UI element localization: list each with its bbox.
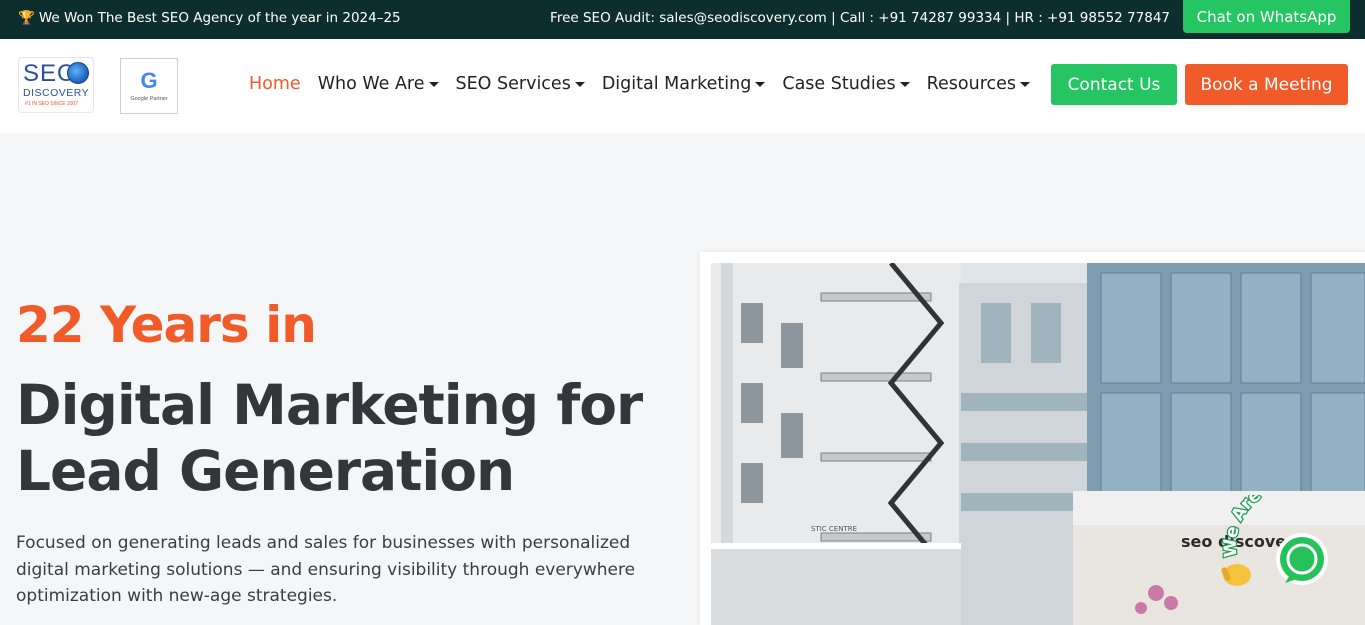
- logo-tagline: #1 IN SEO SINCE 2007: [25, 101, 79, 107]
- site-header: SEO DISCOVERY #1 IN SEO SINCE 2007 G Goo…: [0, 39, 1365, 133]
- google-partner-label: Google Partner: [130, 96, 168, 102]
- book-meeting-button[interactable]: Book a Meeting: [1185, 64, 1348, 105]
- award-banner: 🏆 We Won The Best SEO Agency of the year …: [18, 10, 401, 26]
- hero-pre-title: 22 Years in: [16, 296, 317, 354]
- chevron-down-icon: [1020, 81, 1031, 87]
- award-text: We Won The Best SEO Agency of the year i…: [38, 10, 401, 26]
- hero-title: Digital Marketing for Lead Generation: [16, 373, 643, 503]
- nav-resources[interactable]: Resources: [927, 74, 1031, 94]
- nav-digital-marketing[interactable]: Digital Marketing: [602, 74, 766, 94]
- nav-seo-services[interactable]: SEO Services: [456, 74, 585, 94]
- office-small-sign-text: STIC CENTRE: [811, 525, 857, 533]
- waving-hand-icon: [1221, 564, 1251, 586]
- chevron-down-icon: [574, 81, 585, 87]
- we-are-here-graphic: We Are Here!: [1219, 471, 1328, 586]
- top-bar: 🏆 We Won The Best SEO Agency of the year …: [0, 0, 1365, 39]
- chevron-down-icon: [899, 81, 910, 87]
- nav-case-studies[interactable]: Case Studies: [782, 74, 910, 94]
- contact-info: Free SEO Audit: sales@seodiscovery.com |…: [550, 10, 1170, 26]
- whatsapp-icon: [1276, 533, 1328, 585]
- globe-icon: [67, 62, 89, 84]
- nav-who-we-are[interactable]: Who We Are: [318, 74, 439, 94]
- logo-discovery-text: DISCOVERY: [23, 87, 90, 99]
- google-partner-badge: G Google Partner: [120, 58, 178, 114]
- hero-description: Focused on generating leads and sales fo…: [16, 533, 636, 606]
- trophy-icon: 🏆: [18, 10, 35, 26]
- contact-us-button[interactable]: Contact Us: [1051, 64, 1177, 105]
- whatsapp-chat-button[interactable]: Chat on WhatsApp: [1183, 0, 1350, 33]
- google-g-icon: G: [140, 68, 158, 93]
- we-are-here-whatsapp-badge[interactable]: We Are Here!: [1215, 471, 1365, 600]
- chevron-down-icon: [428, 81, 439, 87]
- main-nav: Home Who We Are SEO Services Digital Mar…: [249, 74, 1047, 94]
- seo-discovery-logo[interactable]: SEO DISCOVERY #1 IN SEO SINCE 2007: [18, 57, 94, 113]
- nav-home[interactable]: Home: [249, 74, 301, 94]
- chevron-down-icon: [755, 81, 766, 87]
